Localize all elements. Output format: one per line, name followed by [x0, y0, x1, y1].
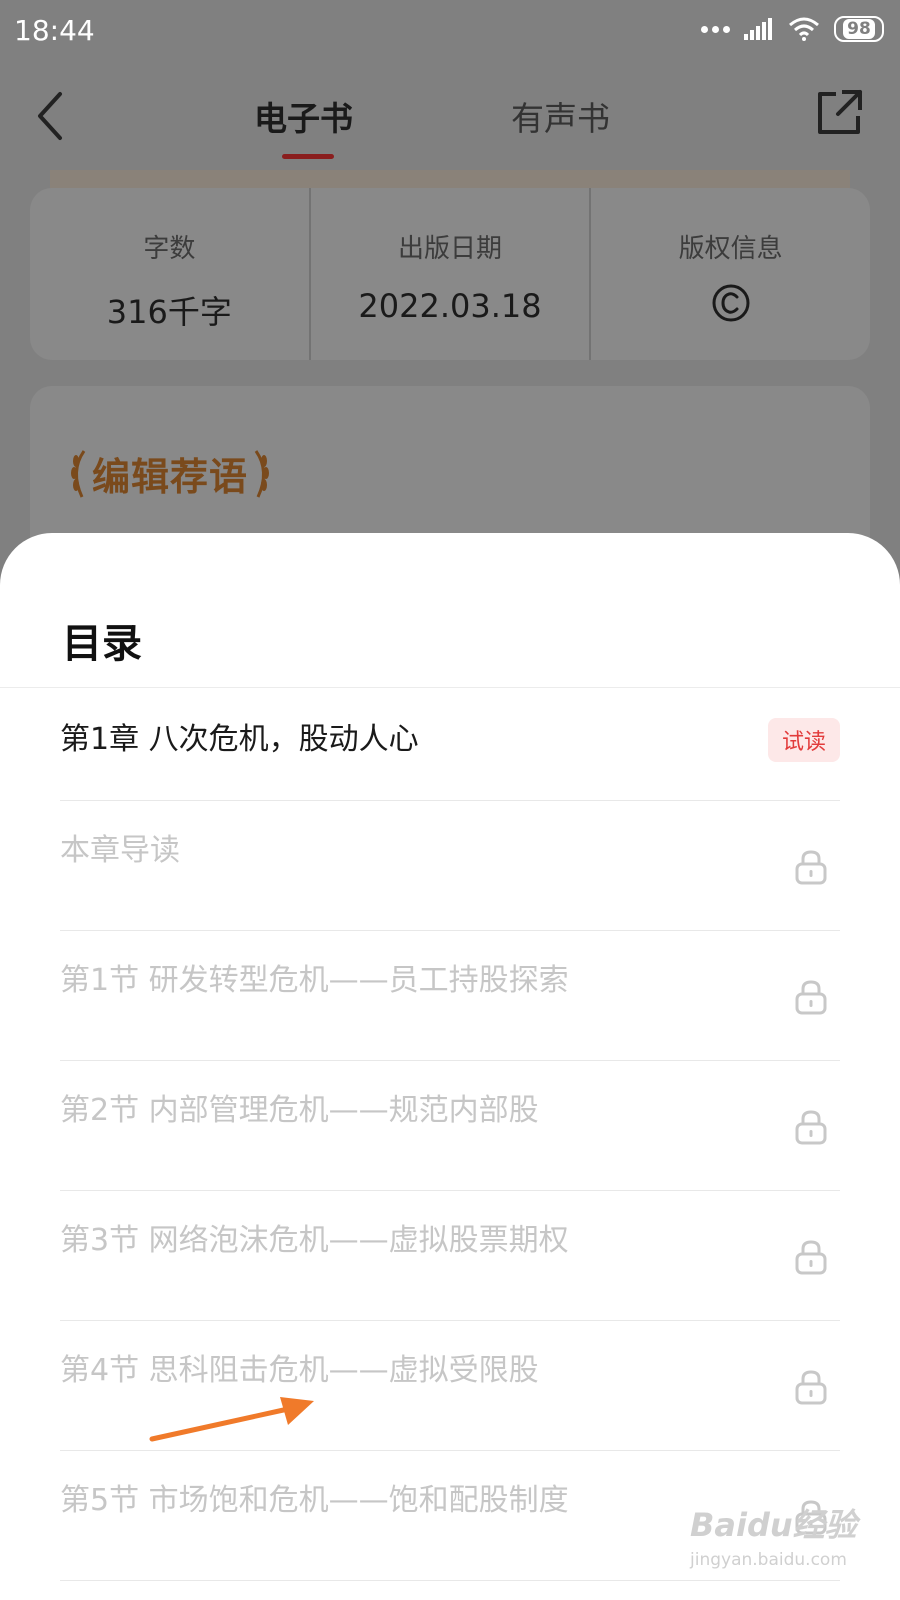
toc-item-label: 第1节 研发转型危机——员工持股探索 [60, 963, 569, 998]
back-arrow-icon[interactable] [30, 88, 74, 144]
word-count-label: 字数 [143, 234, 196, 264]
copyright-info[interactable]: 版权信息 [589, 188, 870, 360]
battery-icon: 98 [834, 16, 884, 42]
toc-chapter-1[interactable]: 第1章 八次危机，股动人心 试读 [60, 688, 840, 801]
lock-icon [795, 1240, 827, 1275]
book-info-card: 字数 316千字 出版日期 2022.03.18 版权信息 [30, 188, 870, 360]
share-icon[interactable] [814, 88, 864, 138]
toc-item-label: 本章导读 [60, 833, 180, 868]
publish-date: 出版日期 2022.03.18 [308, 188, 590, 360]
recommend-heading: 编辑荐语 [66, 446, 274, 501]
publish-date-value: 2022.03.18 [358, 287, 542, 325]
banner-strip [50, 170, 850, 188]
copyright-label: 版权信息 [678, 234, 783, 264]
laurel-right-icon [254, 449, 270, 498]
lock-icon [795, 1370, 827, 1405]
toc-item[interactable]: 第1节 研发转型危机——员工持股探索 [60, 931, 840, 1061]
watermark-url: jingyan.baidu.com [690, 1550, 847, 1570]
annotation-arrow-icon [149, 1397, 314, 1442]
toc-title: 目录 [62, 621, 142, 667]
chapter-title: 第1章 八次危机，股动人心 [60, 722, 419, 757]
status-icons: 98 [701, 16, 884, 42]
recommend-title: 编辑荐语 [92, 454, 249, 499]
trial-read-badge[interactable]: 试读 [767, 718, 840, 762]
word-count-value: 316千字 [106, 293, 232, 331]
tab-audiobook[interactable]: 有声书 [511, 92, 610, 140]
lock-icon [795, 1110, 827, 1145]
lock-icon [795, 980, 827, 1015]
baidu-watermark: Baidu经验 jingyan.baidu.com [690, 1500, 857, 1570]
signal-icon [744, 18, 772, 40]
toc-item[interactable]: 第2节 内部管理危机——规范内部股 [60, 1061, 840, 1191]
word-count: 字数 316千字 [30, 188, 309, 360]
wifi-icon [789, 17, 819, 41]
active-tab-indicator [282, 154, 334, 159]
laurel-left-icon [71, 449, 86, 498]
toc-list: 第1章 八次危机，股动人心 试读 本章导读 第1节 研发转型危机——员工持股探索… [60, 688, 840, 1581]
more-dots-icon [701, 25, 730, 33]
toc-item-label: 第3节 网络泡沫危机——虚拟股票期权 [60, 1223, 569, 1258]
toc-item-label: 第5节 市场饱和危机——饱和配股制度 [60, 1483, 569, 1518]
battery-level: 98 [843, 19, 875, 39]
publish-date-label: 出版日期 [398, 234, 503, 264]
tab-ebook[interactable]: 电子书 [254, 92, 353, 140]
toc-item[interactable]: 本章导读 [60, 801, 840, 931]
toc-item-label: 第2节 内部管理危机——规范内部股 [60, 1093, 539, 1128]
status-bar: 18:44 98 [0, 0, 900, 62]
top-nav: 电子书 有声书 [0, 70, 900, 166]
toc-sheet: 目录 第1章 八次危机，股动人心 试读 本章导读 第1节 研发转型危机——员工持… [0, 533, 900, 1600]
toc-item[interactable]: 第3节 网络泡沫危机——虚拟股票期权 [60, 1191, 840, 1321]
status-time: 18:44 [14, 14, 95, 47]
copyright-icon [712, 284, 750, 322]
lock-icon [795, 850, 827, 885]
watermark-logo: Baidu经验 [690, 1506, 857, 1544]
toc-item-label: 第4节 思科阻击危机——虚拟受限股 [60, 1353, 539, 1388]
